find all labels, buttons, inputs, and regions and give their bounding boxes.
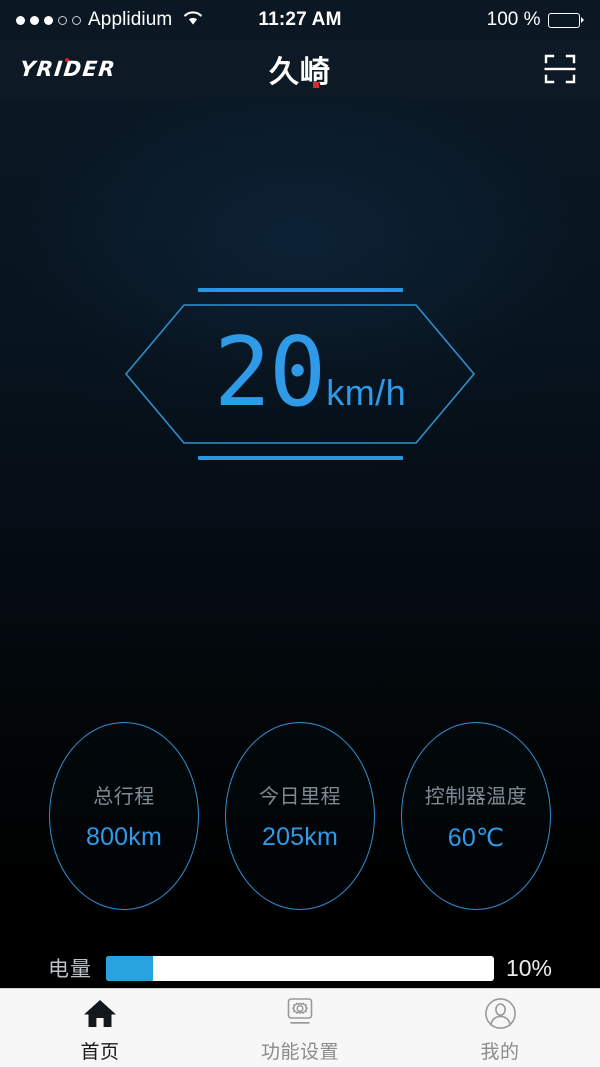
app-header: YRIDER 久崎 bbox=[0, 40, 600, 98]
stat-circle-total-distance[interactable]: 总行程 800km bbox=[49, 722, 199, 910]
speed-hexagon: 20 km/h bbox=[124, 303, 476, 445]
status-bar-left: Applidium bbox=[16, 9, 204, 31]
speed-accent-bar-top bbox=[197, 288, 403, 292]
battery-icon bbox=[547, 12, 584, 28]
tab-label: 首页 bbox=[80, 1041, 120, 1063]
stat-circle-today-distance[interactable]: 今日里程 205km bbox=[225, 722, 375, 910]
wifi-icon bbox=[182, 9, 204, 31]
stat-label: 总行程 bbox=[93, 784, 155, 808]
tab-profile[interactable]: 我的 bbox=[400, 989, 600, 1067]
signal-strength-dots bbox=[16, 15, 81, 25]
stat-value: 800km bbox=[85, 823, 163, 851]
speed-value: 20 bbox=[213, 317, 326, 428]
person-circle-icon bbox=[484, 996, 517, 1030]
bottom-tab-bar: 首页 功能设置 我的 bbox=[0, 988, 600, 1067]
stat-circle-controller-temp[interactable]: 控制器温度 60℃ bbox=[401, 722, 551, 910]
brand-logo-cn: 久崎 bbox=[269, 47, 331, 91]
speed-display: 20 km/h bbox=[0, 288, 600, 460]
yrider-logo: YRIDER bbox=[19, 57, 118, 81]
speed-unit: km/h bbox=[326, 371, 407, 413]
signal-dot-empty bbox=[58, 15, 67, 25]
tab-label: 我的 bbox=[480, 1041, 520, 1063]
gear-monitor-icon bbox=[283, 996, 317, 1030]
scan-qr-button[interactable] bbox=[540, 49, 580, 89]
battery-level-label: 电量 bbox=[48, 957, 92, 981]
stat-value: 205km bbox=[261, 823, 339, 851]
signal-dot-filled bbox=[30, 15, 39, 25]
signal-dot-filled bbox=[44, 15, 53, 25]
brand-red-accent bbox=[313, 82, 319, 88]
speed-readout: 20 km/h bbox=[213, 317, 407, 428]
status-bar-clock: 11:27 AM bbox=[258, 9, 342, 30]
battery-level-percent: 10% bbox=[505, 954, 552, 981]
app-root: Applidium 11:27 AM 100 % YRIDER 久崎 20 km… bbox=[0, 0, 600, 1067]
stat-value: 60℃ bbox=[447, 823, 505, 852]
brand-logo-text: 久崎 bbox=[269, 55, 331, 90]
stat-circles: 总行程 800km 今日里程 205km 控制器温度 60℃ bbox=[0, 722, 600, 910]
status-bar-right: 100 % bbox=[487, 9, 584, 31]
battery-progress-track bbox=[106, 955, 494, 981]
status-bar: Applidium 11:27 AM 100 % bbox=[0, 0, 600, 40]
stat-label: 今日里程 bbox=[259, 784, 341, 808]
signal-dot-empty bbox=[72, 15, 81, 25]
dashboard-main: 20 km/h 总行程 800km 今日里程 205km 控制器温度 60℃ 电… bbox=[0, 98, 600, 988]
signal-dot-filled bbox=[16, 15, 25, 25]
scan-qr-icon bbox=[544, 54, 576, 84]
battery-level-row: 电量 10% bbox=[0, 953, 600, 983]
speed-accent-bar-bottom bbox=[197, 456, 403, 460]
tab-home[interactable]: 首页 bbox=[0, 989, 200, 1067]
battery-progress-fill bbox=[106, 955, 153, 981]
tab-settings[interactable]: 功能设置 bbox=[200, 989, 400, 1067]
battery-percent-text: 100 % bbox=[486, 9, 541, 30]
stat-label: 控制器温度 bbox=[424, 783, 528, 808]
tab-label: 功能设置 bbox=[260, 1041, 339, 1063]
carrier-name: Applidium bbox=[88, 9, 173, 30]
home-icon bbox=[83, 996, 117, 1030]
